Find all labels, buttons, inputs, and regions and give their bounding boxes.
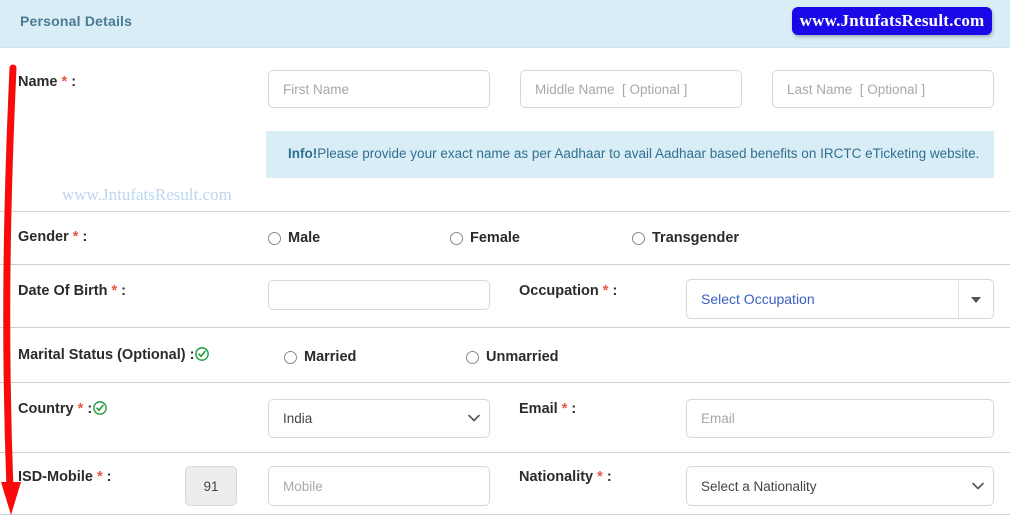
row-divider: [0, 211, 1010, 212]
label-nationality: Nationality * :: [519, 469, 612, 485]
occupation-divider: [958, 281, 959, 319]
required-asterisk: *: [561, 401, 568, 417]
radio-circle-icon: [450, 231, 463, 245]
required-asterisk: *: [61, 74, 68, 90]
radio-circle-icon: [632, 231, 645, 245]
label-country: Country * :: [18, 401, 107, 417]
radio-gender-female[interactable]: Female: [450, 230, 520, 246]
label-gender: Gender * :: [18, 229, 88, 245]
radio-circle-icon: [268, 231, 281, 245]
required-asterisk: *: [77, 401, 84, 417]
nationality-select[interactable]: Select a Nationality: [686, 466, 994, 506]
middle-name-input[interactable]: [520, 70, 742, 108]
last-name-input[interactable]: [772, 70, 994, 108]
first-name-input[interactable]: [268, 70, 490, 108]
radio-circle-icon: [284, 350, 297, 364]
watermark-ghost-text: www.JntufatsResult.com: [62, 185, 232, 204]
email-input[interactable]: [686, 399, 994, 438]
radio-circle-icon: [466, 350, 479, 364]
mobile-input[interactable]: [268, 466, 490, 506]
isd-code-value: 91: [203, 478, 219, 494]
radio-marital-married[interactable]: Married: [284, 349, 356, 365]
row-divider: [0, 264, 1010, 265]
occupation-select[interactable]: Select Occupation: [686, 279, 994, 319]
valid-check-icon: [93, 401, 107, 415]
row-divider: [0, 452, 1010, 453]
row-divider: [0, 514, 1010, 515]
label-date-of-birth: Date Of Birth * :: [18, 283, 126, 299]
required-asterisk: *: [597, 469, 603, 485]
valid-check-icon: [195, 347, 210, 361]
row-divider: [0, 382, 1010, 383]
radio-marital-unmarried[interactable]: Unmarried: [466, 349, 559, 365]
required-asterisk: *: [96, 469, 103, 485]
label-marital-status: Marital Status (Optional) :: [18, 347, 210, 363]
page-title: Personal Details: [20, 13, 133, 29]
country-select[interactable]: India: [268, 399, 490, 438]
radio-gender-male[interactable]: Male: [268, 230, 320, 246]
label-occupation: Occupation * :: [519, 283, 618, 299]
required-asterisk: *: [72, 229, 79, 245]
required-asterisk: *: [111, 283, 118, 299]
info-alert-strong: Info!: [288, 146, 318, 162]
personal-details-form: Personal Details www.JntufatsResult.com …: [0, 0, 1022, 517]
row-divider: [0, 327, 1010, 328]
watermark-badge: www.JntufatsResult.com: [792, 7, 992, 35]
occupation-selected-value: Select Occupation: [701, 291, 815, 307]
chevron-down-icon: [971, 297, 981, 303]
aadhaar-info-alert: Info!Please provide your exact name as p…: [266, 131, 994, 178]
radio-gender-transgender[interactable]: Transgender: [632, 230, 739, 246]
required-asterisk: *: [602, 283, 609, 299]
label-email: Email * :: [519, 401, 577, 417]
isd-code-box: 91: [185, 466, 237, 506]
label-isd-mobile: ISD-Mobile * :: [18, 469, 112, 485]
info-alert-text: Please provide your exact name as per Aa…: [317, 146, 980, 162]
watermark-badge-text: www.JntufatsResult.com: [799, 11, 985, 30]
date-of-birth-input[interactable]: [268, 280, 490, 310]
label-name: Name * :: [18, 74, 77, 90]
